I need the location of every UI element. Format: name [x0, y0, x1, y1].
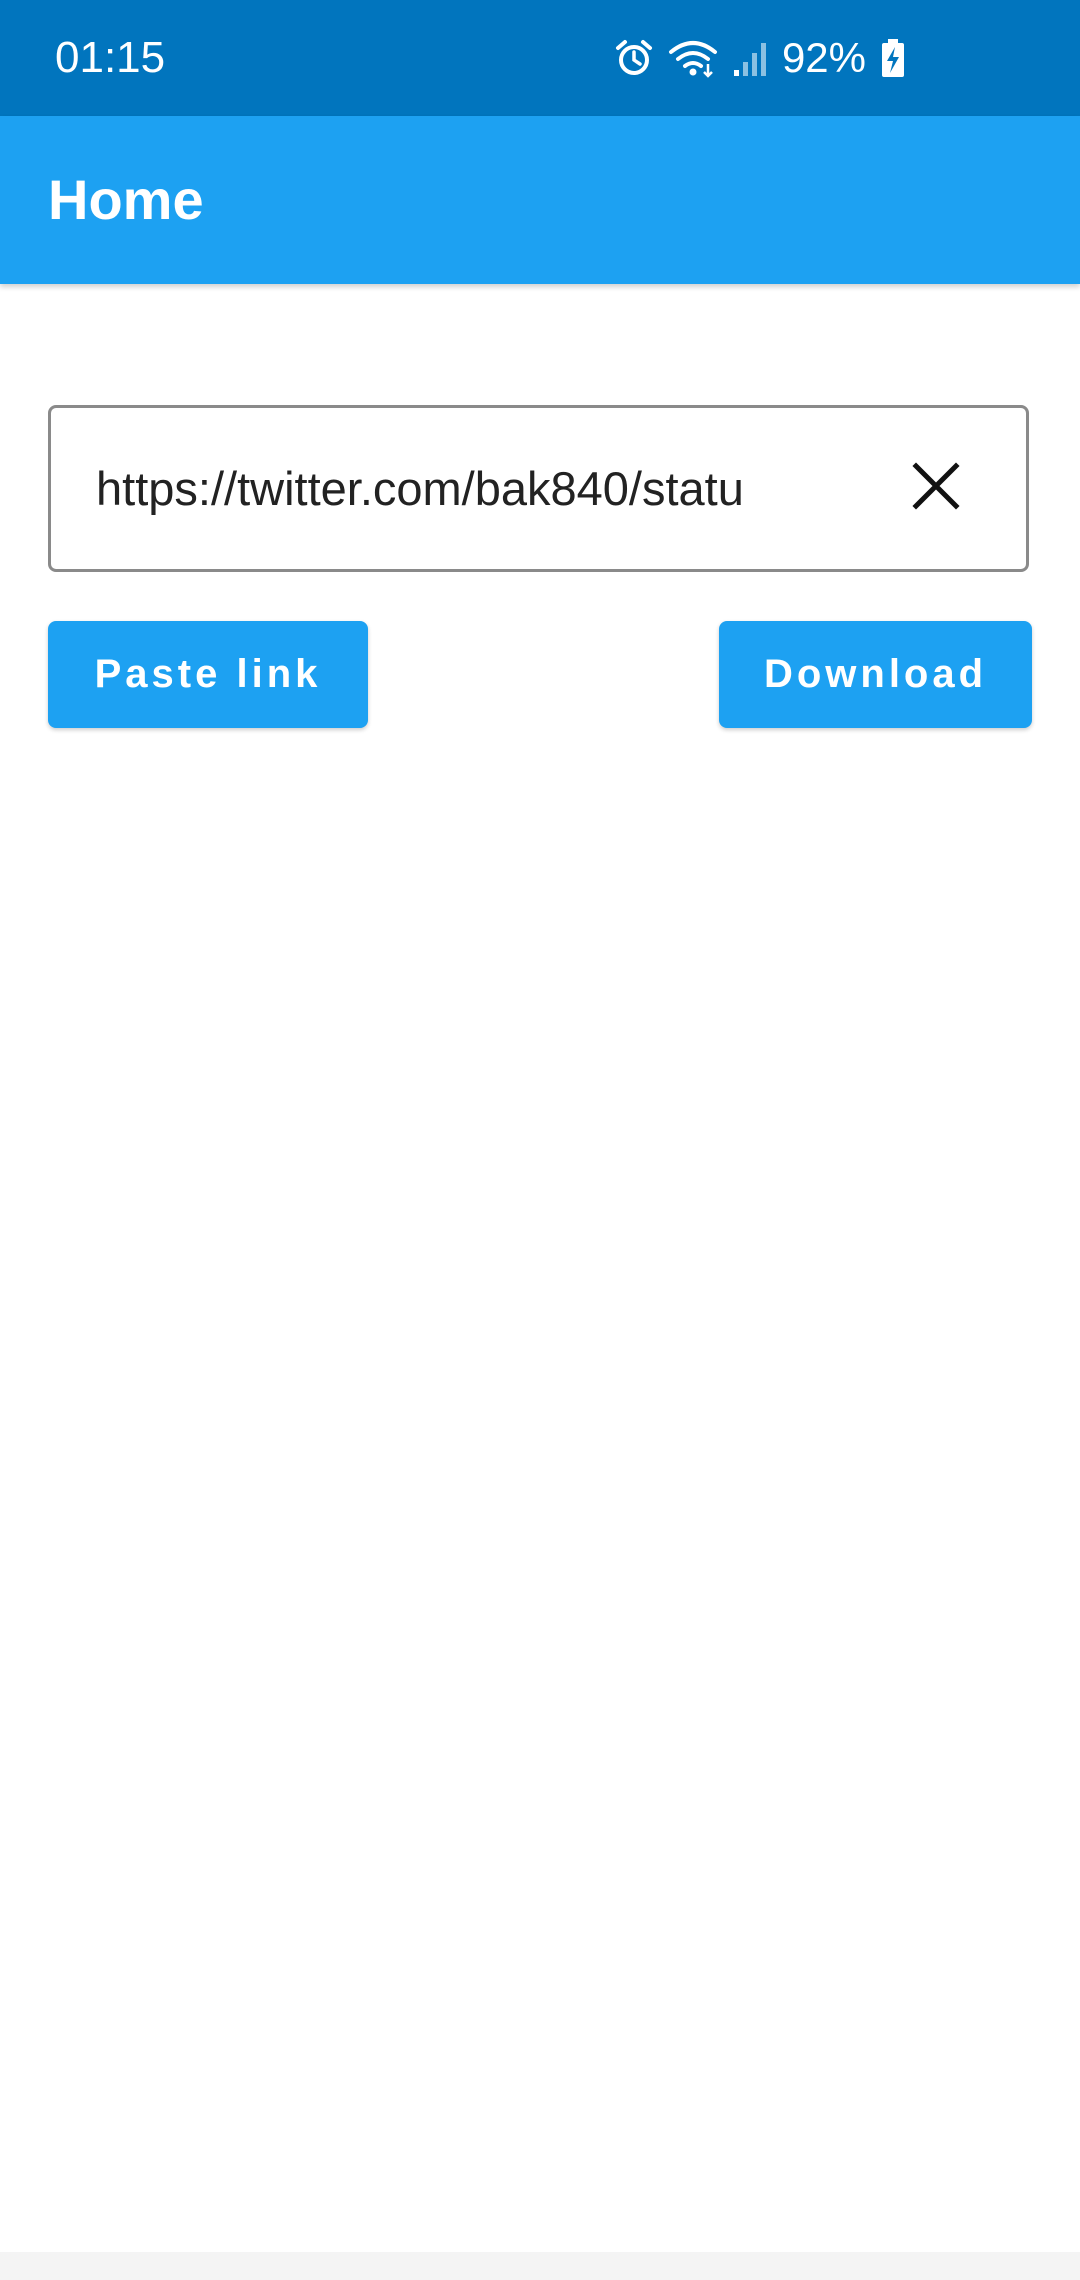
wifi-icon [668, 38, 718, 78]
url-field[interactable] [48, 405, 1029, 572]
app-bar: Home [0, 116, 1080, 284]
clear-button[interactable] [906, 458, 966, 518]
status-icons: 92% [614, 0, 906, 130]
download-button[interactable]: Download [719, 621, 1032, 728]
status-bar: 01:15 92% [0, 0, 1080, 116]
battery-charging-icon [880, 38, 906, 78]
battery-percent: 92% [781, 34, 866, 81]
signal-icon [732, 38, 768, 78]
url-input[interactable] [96, 408, 866, 569]
close-icon [911, 461, 961, 516]
status-time: 01:15 [55, 33, 166, 82]
page-title: Home [48, 168, 204, 231]
paste-link-button[interactable]: Paste link [48, 621, 368, 728]
navigation-bar [0, 2252, 1080, 2280]
alarm-icon [614, 38, 654, 78]
